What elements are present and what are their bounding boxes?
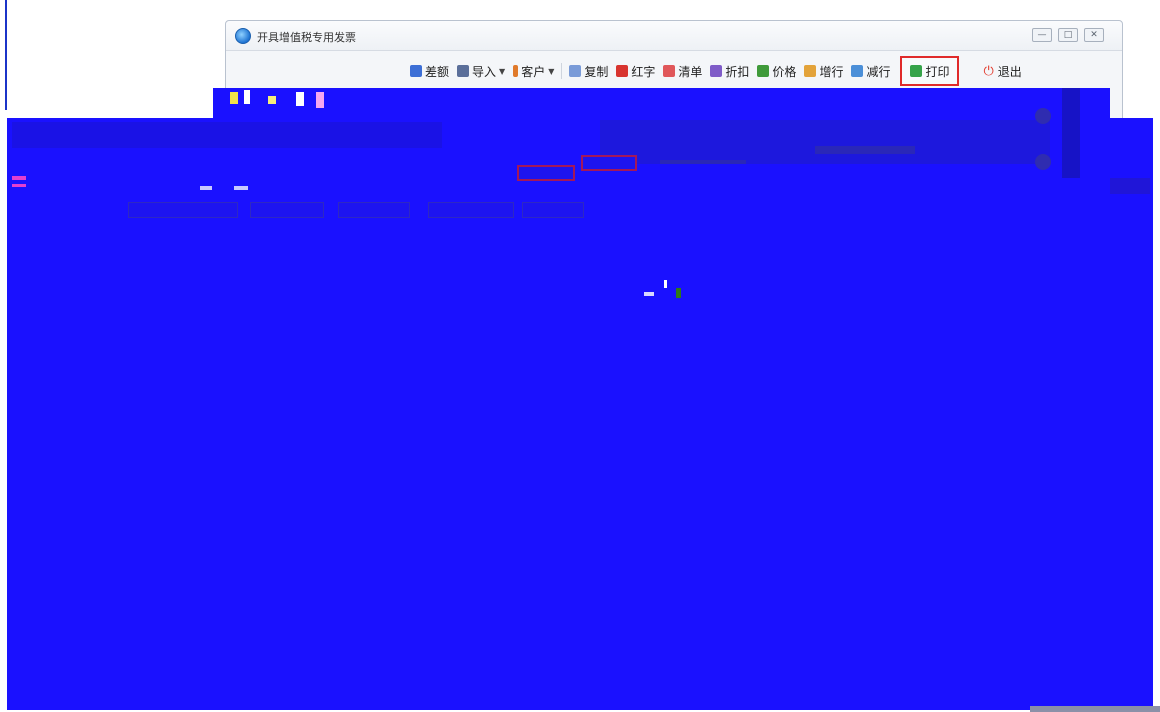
import-label: 导入 — [472, 64, 497, 79]
artifact — [644, 292, 654, 296]
add-row-icon — [804, 65, 817, 77]
redacted-field — [250, 202, 324, 218]
title-bar[interactable]: 开具增值税专用发票 — □ ✕ — [226, 21, 1122, 51]
chevron-down-icon: ▼ — [548, 66, 555, 76]
red-invoice-icon — [616, 65, 629, 77]
list-label: 清单 — [678, 64, 703, 79]
redacted-seal-dot — [1035, 108, 1051, 124]
red-invoice-label: 红字 — [631, 64, 656, 79]
red-invoice-button[interactable]: 红字 — [612, 59, 659, 83]
exit-label: 退出 — [997, 64, 1022, 79]
copy-button[interactable]: 复制 — [565, 59, 612, 83]
window-title: 开具增值税专用发票 — [257, 31, 356, 44]
artifact — [12, 176, 26, 180]
close-button[interactable]: ✕ — [1084, 28, 1104, 42]
print-label: 打印 — [925, 64, 950, 79]
redacted-field — [338, 202, 410, 218]
list-button[interactable]: 清单 — [659, 59, 706, 83]
redacted-title-underline — [660, 160, 746, 164]
maximize-button[interactable]: □ — [1058, 28, 1078, 42]
redacted-strip — [1110, 178, 1150, 194]
redacted-field — [522, 202, 584, 218]
redacted-field-area — [12, 122, 442, 148]
add-row-button[interactable]: 增行 — [800, 59, 847, 83]
customer-label: 客户 — [521, 64, 546, 79]
discount-icon — [710, 65, 723, 77]
print-button[interactable]: 打印 — [900, 56, 960, 86]
exit-button[interactable]: ⏻ 退出 — [979, 59, 1025, 83]
toolbar: 差额 导入 ▼ 客户 ▼ 复制 红字 清单 折扣 价格 增行 减行 打印 ⏻ 退… — [406, 56, 1026, 86]
redacted-field — [128, 202, 238, 218]
chevron-down-icon: ▼ — [499, 66, 506, 76]
discount-label: 折扣 — [725, 64, 750, 79]
discount-button[interactable]: 折扣 — [706, 59, 753, 83]
artifact — [244, 90, 250, 104]
artifact — [12, 184, 26, 187]
difference-label: 差额 — [425, 64, 450, 79]
price-icon — [757, 65, 770, 77]
artifact — [234, 186, 248, 190]
redacted-scroll-area — [1062, 88, 1080, 178]
difference-icon — [410, 65, 422, 77]
customer-button[interactable]: 客户 ▼ — [509, 59, 558, 83]
difference-button[interactable]: 差额 — [406, 59, 453, 83]
copy-icon — [569, 65, 582, 77]
printer-icon — [910, 65, 923, 77]
minimize-button[interactable]: — — [1032, 28, 1052, 42]
redacted-seal-dot — [1035, 154, 1051, 170]
power-icon: ⏻ — [983, 63, 994, 79]
artifact — [664, 280, 667, 288]
import-button[interactable]: 导入 ▼ — [453, 59, 509, 83]
delete-row-icon — [851, 65, 864, 77]
artifact — [676, 288, 681, 298]
import-icon — [457, 65, 470, 77]
artifact — [200, 186, 212, 190]
price-button[interactable]: 价格 — [753, 59, 800, 83]
artifact — [268, 96, 276, 104]
delete-row-label: 减行 — [866, 64, 891, 79]
list-icon — [663, 65, 676, 77]
toolbar-divider — [561, 63, 563, 79]
delete-row-button[interactable]: 减行 — [847, 59, 894, 83]
customer-icon — [513, 65, 519, 77]
redacted-header-area — [600, 120, 1050, 164]
screenshot-root: 开具增值税专用发票 — □ ✕ 差额 导入 ▼ 客户 ▼ 复制 红字 清单 折扣… — [0, 0, 1160, 712]
redacted-field — [428, 202, 514, 218]
artifact — [316, 92, 324, 108]
artifact — [296, 92, 304, 106]
background-edge — [5, 0, 7, 110]
copy-label: 复制 — [584, 64, 609, 79]
artifact — [230, 92, 238, 104]
price-label: 价格 — [772, 64, 797, 79]
bottom-corner-bar — [1030, 706, 1160, 712]
app-logo-icon — [235, 28, 251, 44]
add-row-label: 增行 — [819, 64, 844, 79]
redacted-highlighted-button — [581, 155, 637, 171]
redacted-invoice-number — [815, 146, 915, 154]
redacted-highlighted-button — [517, 165, 575, 181]
